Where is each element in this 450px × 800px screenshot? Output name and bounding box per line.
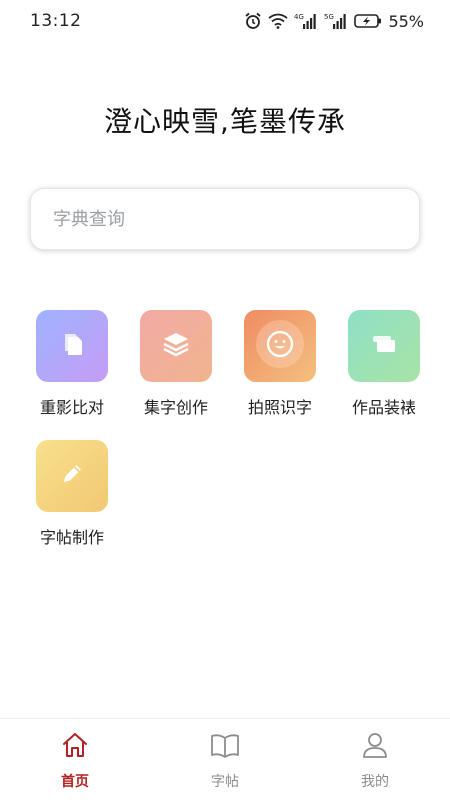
bottom-nav: 首页 字帖 我的 [0, 718, 450, 800]
search-input[interactable] [53, 208, 419, 230]
alarm-icon [244, 12, 262, 30]
book-icon [209, 729, 241, 761]
feature-icon-tile [36, 310, 108, 382]
nav-label: 字帖 [211, 774, 239, 790]
battery-level: 55% [388, 11, 424, 31]
feature-icon-tile [140, 310, 212, 382]
feature-label: 集字创作 [143, 398, 208, 417]
home-icon [59, 729, 91, 761]
smile-icon [255, 319, 305, 373]
copy-icon [57, 329, 87, 363]
wifi-icon [268, 13, 288, 29]
pencil-icon [57, 459, 87, 493]
feature-ghost-compare[interactable]: 重影比对 [20, 310, 124, 418]
feature-mounting[interactable]: 作品装裱 [332, 310, 436, 418]
feature-copybook-make[interactable]: 字帖制作 [20, 440, 124, 548]
feature-label: 拍照识字 [247, 398, 312, 417]
status-icons: 4G 5G 55% [244, 12, 424, 31]
nav-item-copybook[interactable]: 字帖 [150, 719, 300, 800]
layers-icon [161, 329, 191, 363]
feature-photo-recognize[interactable]: 拍照识字 [228, 310, 332, 418]
4g-signal-icon: 4G [294, 12, 318, 30]
nav-item-home[interactable]: 首页 [0, 719, 150, 800]
nav-label: 我的 [361, 774, 389, 790]
status-time: 13:12 [30, 11, 82, 31]
feature-label: 重影比对 [39, 398, 104, 417]
nav-label: 首页 [61, 774, 89, 790]
feature-icon-tile [36, 440, 108, 512]
page-title: 澄心映雪,笔墨传承 [104, 105, 346, 138]
network-4g-label: 4G [294, 13, 304, 21]
status-bar: 13:12 4G 5G 55% [0, 0, 450, 42]
feature-grid: 重影比对 集字创作 拍照识字 作品装裱 字帖制作 [20, 310, 440, 548]
nav-item-profile[interactable]: 我的 [300, 719, 450, 800]
network-5g-label: 5G [324, 13, 334, 21]
5g-signal-icon: 5G [324, 12, 348, 30]
search-box[interactable] [30, 188, 420, 250]
scroll-icon [368, 329, 400, 363]
battery-charging-icon [354, 13, 382, 29]
feature-collect-create[interactable]: 集字创作 [124, 310, 228, 418]
feature-label: 字帖制作 [39, 528, 104, 547]
feature-icon-tile [244, 310, 316, 382]
feature-label: 作品装裱 [351, 398, 416, 417]
user-icon [359, 729, 391, 761]
feature-icon-tile [348, 310, 420, 382]
